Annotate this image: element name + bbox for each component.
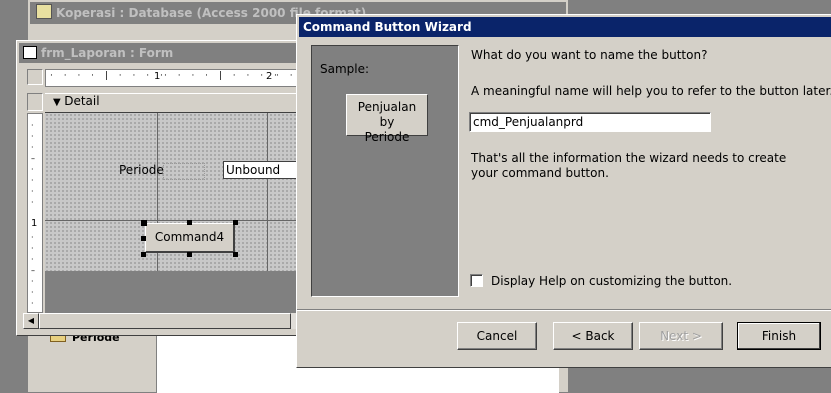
sample-preview-label: Penjualan by Periode (357, 100, 417, 144)
wizard-help-text: A meaningful name will help you to refer… (471, 84, 831, 98)
selection-handle-tm[interactable] (187, 220, 192, 225)
wizard-title: Command Button Wizard (303, 20, 472, 34)
selection-handle-tr[interactable] (233, 220, 238, 225)
form-selector[interactable] (27, 69, 43, 85)
detail-section-label: Detail (64, 94, 100, 108)
back-button-label: < Back (571, 329, 615, 343)
scroll-thumb[interactable] (39, 313, 291, 329)
vertical-ruler-ticks: · · · – · · · · (31, 121, 35, 207)
form-design-window: frm_Laporan : Form · · · · | · · · · 1 ·… (16, 40, 315, 336)
display-help-checkbox-text: Display Help on customizing the button. (491, 274, 733, 288)
database-icon (36, 4, 52, 19)
section-arrow-icon: ▼ (53, 97, 61, 108)
form-window-title: frm_Laporan : Form (41, 46, 174, 60)
ruler-mark-1: 1 (154, 71, 161, 82)
command4-label: Command4 (154, 230, 225, 244)
ruler-ticks-2: · · · · | · · · · (164, 71, 281, 81)
command4-button[interactable]: Command4 (145, 223, 235, 253)
ruler-mark-2: 2 (266, 71, 273, 82)
finish-button-label: Finish (761, 329, 797, 343)
form-empty-area (45, 271, 313, 313)
next-button-label: Next > (660, 329, 702, 343)
selection-handle-bl[interactable] (141, 252, 146, 257)
button-name-value: cmd_Penjualanprd (473, 115, 584, 129)
vertical-ruler-mark-1: 1 (31, 218, 38, 229)
scroll-left-arrow-icon: ◀ (27, 316, 35, 325)
horizontal-scrollbar[interactable]: ◀ (23, 313, 313, 329)
sample-preview-button: Penjualan by Periode (346, 94, 428, 144)
grid-line-v2 (267, 113, 268, 271)
back-button[interactable]: < Back (553, 322, 633, 350)
wizard-separator (297, 309, 831, 311)
next-button[interactable]: Next > (639, 322, 723, 350)
scroll-left-button[interactable]: ◀ (23, 313, 39, 329)
selection-handle-br[interactable] (233, 252, 238, 257)
wizard-titlebar[interactable]: Command Button Wizard (299, 17, 831, 37)
horizontal-ruler: · · · · | · · · · 1 · · · · | · · · · 2 … (45, 69, 315, 87)
wizard-info-text: That's all the information the wizard ne… (471, 151, 787, 180)
button-name-input[interactable]: cmd_Penjualanprd (469, 112, 711, 132)
periode-label-box (163, 163, 205, 180)
display-help-checkbox[interactable] (470, 274, 483, 287)
finish-button[interactable]: Finish (737, 322, 821, 350)
sample-label: Sample: (320, 62, 370, 76)
vertical-ruler-ticks-2: · · · – · · · (31, 233, 35, 308)
detail-section-bar[interactable]: ▼ Detail (45, 93, 313, 113)
sample-panel: Sample: Penjualan by Periode (311, 45, 459, 297)
selection-handle-bm[interactable] (187, 252, 192, 257)
command-button-wizard-dialog: Command Button Wizard Sample: Penjualan … (296, 14, 831, 368)
vertical-ruler: · · · – · · · · 1 · · · – · · · (27, 113, 43, 313)
detail-design-grid[interactable]: Periode Unbound Command4 (45, 113, 313, 271)
wizard-question: What do you want to name the button? (471, 48, 708, 62)
form-icon (23, 46, 37, 59)
display-help-checkbox-label[interactable]: Display Help on customizing the button. (491, 274, 732, 288)
cancel-button[interactable]: Cancel (457, 322, 537, 350)
unbound-textbox-text: Unbound (226, 163, 281, 177)
grid-line-h1 (45, 220, 313, 221)
selection-handle-ml[interactable] (141, 236, 146, 241)
periode-label[interactable]: Periode (119, 163, 164, 177)
selection-handle-tl[interactable] (141, 220, 147, 226)
form-window-titlebar[interactable]: frm_Laporan : Form (19, 43, 311, 63)
section-selector[interactable] (27, 93, 43, 111)
cancel-button-label: Cancel (476, 329, 518, 343)
